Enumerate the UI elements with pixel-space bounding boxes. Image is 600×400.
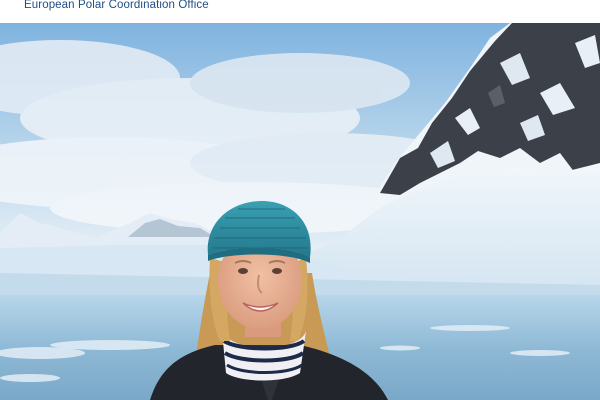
organization-name: European Polar Coordination Office — [24, 0, 209, 11]
polar-landscape-image — [0, 23, 600, 400]
header-bar: European Polar Coordination Office — [0, 0, 600, 23]
profile-photo — [0, 23, 600, 400]
